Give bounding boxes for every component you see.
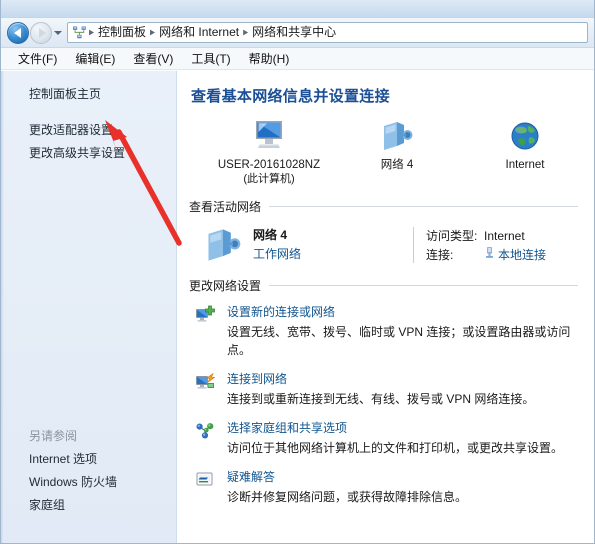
network-map-node-network[interactable]: 网络 4 xyxy=(337,116,457,172)
network-map-computer-name: USER-20161028NZ xyxy=(217,159,321,171)
action-description: 连接到或重新连接到无线、有线、拨号或 VPN 网络连接。 xyxy=(227,392,535,406)
connection-row: 连接: 本地连接 xyxy=(426,246,578,265)
breadcrumb-network-internet[interactable]: 网络和 Internet xyxy=(156,23,242,42)
action-description: 访问位于其他网络计算机上的文件和打印机，或更改共享设置。 xyxy=(227,441,564,455)
network-map-link-1 xyxy=(329,116,337,152)
network-server-icon xyxy=(380,116,414,152)
action-text: 选择家庭组和共享选项 访问位于其他网络计算机上的文件和打印机，或更改共享设置。 xyxy=(225,420,578,457)
back-button[interactable] xyxy=(7,21,29,44)
new-connection-icon xyxy=(195,304,225,324)
chevron-down-icon xyxy=(54,30,62,35)
action-title[interactable]: 连接到网络 xyxy=(227,371,578,388)
breadcrumb-control-panel[interactable]: 控制面板 xyxy=(95,23,149,42)
menu-view[interactable]: 查看(V) xyxy=(124,49,182,69)
network-map-node-internet[interactable]: Internet xyxy=(465,116,585,172)
sidebar-see-also-header: 另请参阅 xyxy=(29,429,78,443)
section-rule xyxy=(269,206,578,207)
title-bar xyxy=(1,0,594,18)
menu-bar: 文件(F) 编辑(E) 查看(V) 工具(T) 帮助(H) xyxy=(1,48,594,70)
forward-button[interactable] xyxy=(30,21,52,44)
section-rule xyxy=(269,285,578,286)
action-connect-to-network[interactable]: 连接到网络 连接到或重新连接到无线、有线、拨号或 VPN 网络连接。 xyxy=(195,371,578,408)
sidebar: 控制面板主页 更改适配器设置 更改高级共享设置 另请参阅 Internet 选项… xyxy=(1,71,177,543)
action-text: 连接到网络 连接到或重新连接到无线、有线、拨号或 VPN 网络连接。 xyxy=(225,371,578,408)
breadcrumb-network-sharing-center[interactable]: 网络和共享中心 xyxy=(249,23,339,42)
action-title[interactable]: 设置新的连接或网络 xyxy=(227,304,578,321)
homegroup-icon xyxy=(195,420,225,440)
content-pane: 查看基本网络信息并设置连接 USER-20161028NZ (此计算机) 网络 … xyxy=(177,71,594,543)
section-active-networks-title: 查看活动网络 xyxy=(189,200,262,214)
vertical-divider xyxy=(413,227,414,263)
action-description: 诊断并修复网络问题，或获得故障排除信息。 xyxy=(227,490,468,504)
sidebar-item-change-advanced-sharing-settings[interactable]: 更改高级共享设置 xyxy=(1,142,176,165)
action-text: 设置新的连接或网络 设置无线、宽带、拨号、临时或 VPN 连接；或设置路由器或访… xyxy=(225,304,578,359)
action-description: 设置无线、宽带、拨号、临时或 VPN 连接；或设置路由器或访问点。 xyxy=(227,325,571,357)
access-type-label: 访问类型: xyxy=(426,229,478,243)
breadcrumb-separator: ▸ xyxy=(243,26,249,39)
action-homegroup-sharing-options[interactable]: 选择家庭组和共享选项 访问位于其他网络计算机上的文件和打印机，或更改共享设置。 xyxy=(195,420,578,457)
address-bar[interactable]: ▸ 控制面板 ▸ 网络和 Internet ▸ 网络和共享中心 xyxy=(67,22,588,43)
sidebar-item-homegroup[interactable]: 家庭组 xyxy=(1,494,176,517)
breadcrumb-separator: ▸ xyxy=(150,26,156,39)
lan-connection-icon xyxy=(484,246,498,259)
connect-to-network-icon xyxy=(195,371,225,391)
access-type-value: Internet xyxy=(484,229,525,243)
sidebar-item-windows-firewall[interactable]: Windows 防火墙 xyxy=(1,471,176,494)
menu-tools[interactable]: 工具(T) xyxy=(182,49,239,69)
menu-file[interactable]: 文件(F) xyxy=(9,49,66,69)
page-title: 查看基本网络信息并设置连接 xyxy=(191,88,390,105)
computer-icon xyxy=(249,116,289,152)
back-arrow-icon xyxy=(13,27,21,38)
section-change-network-settings-title: 更改网络设置 xyxy=(189,279,262,293)
access-type-row: 访问类型: Internet xyxy=(426,227,578,246)
action-text: 疑难解答 诊断并修复网络问题，或获得故障排除信息。 xyxy=(225,469,578,506)
window-body: 控制面板主页 更改适配器设置 更改高级共享设置 另请参阅 Internet 选项… xyxy=(1,71,594,543)
sidebar-item-internet-options[interactable]: Internet 选项 xyxy=(1,448,176,471)
active-network-entry: 网络 4 工作网络 访问类型: Internet 连接: 本地连接 xyxy=(189,225,578,265)
active-network-details: 访问类型: Internet 连接: 本地连接 xyxy=(426,225,578,265)
section-active-networks: 查看活动网络 xyxy=(189,198,578,215)
globe-icon xyxy=(509,116,541,152)
active-network-type-link[interactable]: 工作网络 xyxy=(253,245,413,263)
network-map-node-computer[interactable]: USER-20161028NZ (此计算机) xyxy=(209,116,329,186)
action-title[interactable]: 疑难解答 xyxy=(227,469,578,486)
navigation-bar: ▸ 控制面板 ▸ 网络和 Internet ▸ 网络和共享中心 xyxy=(1,18,594,48)
menu-edit[interactable]: 编辑(E) xyxy=(66,49,124,69)
action-list: 设置新的连接或网络 设置无线、宽带、拨号、临时或 VPN 连接；或设置路由器或访… xyxy=(189,304,578,506)
forward-arrow-icon xyxy=(38,27,46,38)
sidebar-item-change-adapter-settings[interactable]: 更改适配器设置 xyxy=(1,119,176,142)
network-map-internet-name: Internet xyxy=(505,159,545,171)
breadcrumb-separator: ▸ xyxy=(89,26,95,39)
section-change-network-settings: 更改网络设置 xyxy=(189,277,578,294)
sidebar-see-also-group: 另请参阅 Internet 选项 Windows 防火墙 家庭组 xyxy=(1,425,176,517)
action-setup-new-connection[interactable]: 设置新的连接或网络 设置无线、宽带、拨号、临时或 VPN 连接；或设置路由器或访… xyxy=(195,304,578,359)
network-map-computer-sub: (此计算机) xyxy=(243,173,295,185)
menu-help[interactable]: 帮助(H) xyxy=(240,49,299,69)
connection-value-link[interactable]: 本地连接 xyxy=(498,246,546,265)
explorer-window: ▸ 控制面板 ▸ 网络和 Internet ▸ 网络和共享中心 文件(F) 编辑… xyxy=(0,0,595,544)
active-network-name: 网络 4 xyxy=(253,228,288,242)
network-map: USER-20161028NZ (此计算机) 网络 4 Internet xyxy=(189,108,578,186)
action-title[interactable]: 选择家庭组和共享选项 xyxy=(227,420,578,437)
network-map-network-name: 网络 4 xyxy=(380,159,414,171)
active-network-main: 网络 4 工作网络 xyxy=(251,225,413,263)
network-icon xyxy=(72,25,87,40)
recent-locations-button[interactable] xyxy=(52,22,64,44)
connection-label: 连接: xyxy=(426,248,454,262)
network-map-link-2 xyxy=(457,116,465,152)
action-troubleshoot[interactable]: 疑难解答 诊断并修复网络问题，或获得故障排除信息。 xyxy=(195,469,578,506)
network-server-icon xyxy=(195,225,251,263)
sidebar-item-control-panel-home[interactable]: 控制面板主页 xyxy=(1,83,176,106)
troubleshoot-icon xyxy=(195,469,225,489)
